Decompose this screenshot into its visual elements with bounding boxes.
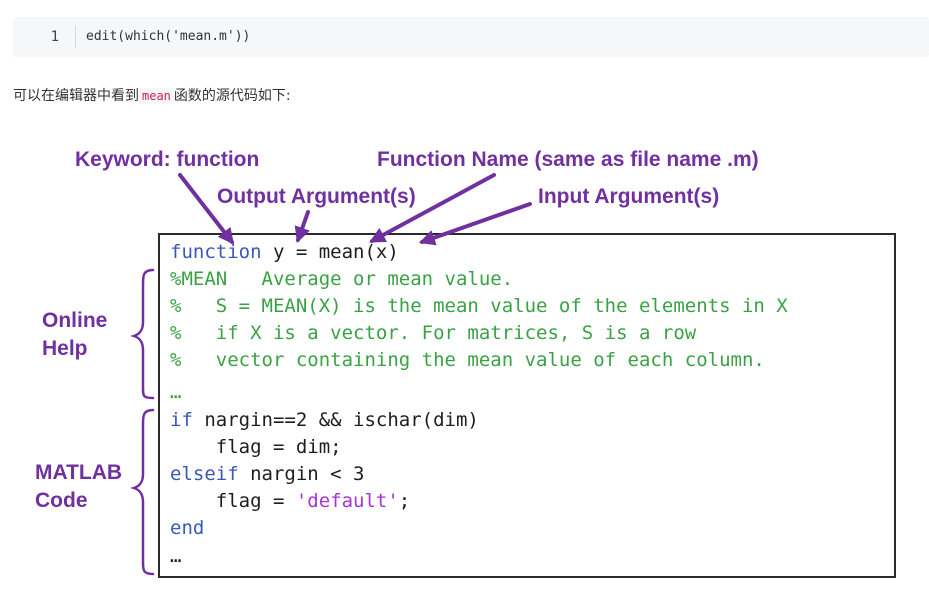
label-matlab: MATLAB	[35, 461, 123, 484]
code-line: …	[170, 543, 181, 570]
code-token: nargin==2 && ischar(dim)	[192, 409, 479, 431]
code-token: end	[170, 517, 205, 539]
inline-code-mean: mean	[139, 88, 174, 104]
code-line: % S = MEAN(X) is the mean value of the e…	[170, 293, 788, 320]
label-help: Help	[42, 337, 88, 360]
code-line: end	[170, 515, 204, 542]
code-token: % S = MEAN(X) is the mean value of the e…	[170, 295, 788, 317]
code-snippet-block: 1 edit(which('mean.m'))	[13, 17, 929, 57]
brace-online-help	[130, 268, 155, 400]
code-line: flag = 'default';	[170, 488, 411, 515]
code-line: % vector containing the mean value of ea…	[170, 347, 765, 374]
label-code: Code	[35, 489, 88, 512]
code-token: function	[170, 241, 262, 263]
code-token: % vector containing the mean value of ea…	[170, 349, 765, 371]
label-keyword: Keyword: function	[75, 148, 260, 171]
label-output-argument: Output Argument(s)	[217, 185, 416, 208]
line-number: 1	[50, 29, 59, 45]
code-token: nargin < 3	[238, 463, 365, 485]
code-line: if nargin==2 && ischar(dim)	[170, 407, 479, 434]
code-token: …	[170, 545, 182, 567]
code-line: % if X is a vector. For matrices, S is a…	[170, 320, 696, 347]
code-token: y = mean(x)	[261, 241, 399, 263]
code-token: ;	[398, 490, 411, 512]
code-token: 'default'	[295, 490, 399, 512]
description-paragraph: 可以在编辑器中看到 mean 函数的源代码如下:	[13, 84, 291, 108]
label-online: Online	[42, 309, 108, 332]
code-token: elseif	[170, 463, 239, 485]
code-token: flag =	[170, 490, 296, 512]
code-token: flag = dim;	[170, 436, 342, 458]
code-token: %MEAN Average or mean value.	[170, 268, 514, 290]
snippet-code-line: edit(which('mean.m'))	[86, 29, 251, 44]
brace-matlab-code	[130, 408, 155, 576]
matlab-code-box: function y = mean(x) %MEAN Average or mea…	[158, 233, 896, 578]
code-line: flag = dim;	[170, 434, 342, 461]
code-line: elseif nargin < 3	[170, 461, 364, 488]
code-line: %MEAN Average or mean value.	[170, 266, 513, 293]
paragraph-text-after: 函数的源代码如下:	[173, 88, 291, 104]
code-token: % if X is a vector. For matrices, S is a…	[170, 322, 697, 344]
label-input-argument: Input Argument(s)	[538, 185, 720, 208]
code-line: …	[170, 379, 181, 406]
label-function-name: Function Name (same as file name .m)	[377, 148, 759, 171]
line-number-divider	[75, 26, 76, 48]
paragraph-text-before: 可以在编辑器中看到	[13, 88, 139, 104]
code-token: …	[170, 381, 182, 403]
code-token: if	[170, 409, 193, 431]
code-line: function y = mean(x)	[170, 239, 399, 266]
